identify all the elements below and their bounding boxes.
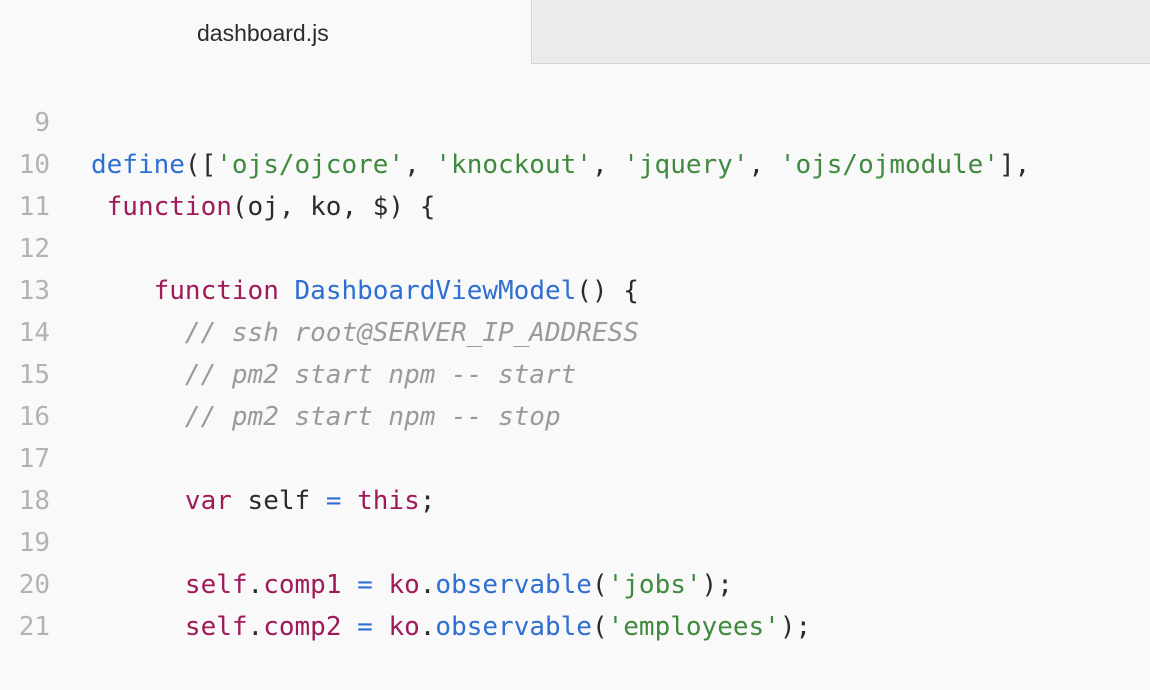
code-line: 14 // pm2 start npm -- start (0, 270, 1150, 390)
code-editor[interactable]: 9 define(['ojs/ojcore', 'knockout', 'jqu… (0, 60, 1150, 642)
code-line: 16 (0, 354, 1150, 432)
tab-dashboard-js[interactable]: dashboard.js (0, 0, 532, 64)
tab-bar: dashboard.js (0, 0, 1150, 64)
code-line: 17 var self = this; (0, 396, 1150, 516)
code-line: 19 self.comp1 = ko.observable('jobs'); (0, 480, 1150, 600)
code-line: 20 self.comp2 = ko.observable('employees… (0, 522, 1150, 642)
code-text: self.comp2 = ko.observable('employees'); (184, 612, 812, 642)
code-line: 13 // ssh root@SERVER_IP_ADDRESS (0, 228, 1150, 348)
code-line: 18 (0, 438, 1150, 516)
line-number: 21 (18, 612, 50, 642)
tab-title: dashboard.js (197, 20, 329, 46)
code-line: 11 (0, 144, 1150, 222)
code-line: 21 (0, 564, 1150, 642)
code-line: 9 define(['ojs/ojcore', 'knockout', 'jqu… (0, 60, 1150, 180)
code-line: 12 function DashboardViewModel() { (0, 186, 1150, 306)
code-line: 10 function(oj, ko, $) { (0, 102, 1150, 222)
code-line: 15 // pm2 start npm -- stop (0, 312, 1150, 432)
